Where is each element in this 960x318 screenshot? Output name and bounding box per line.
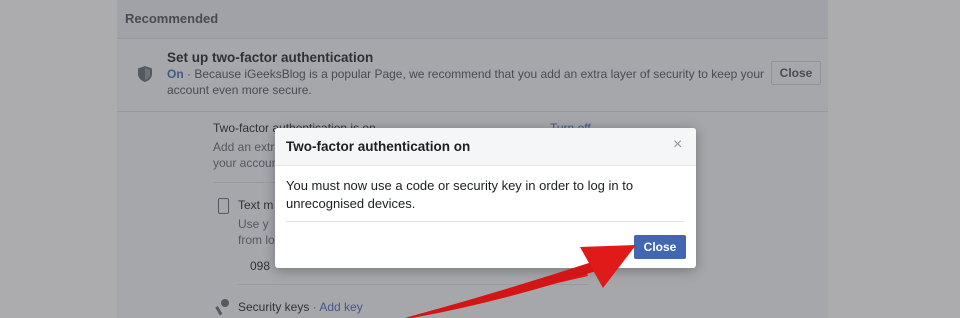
modal-title: Two-factor authentication on	[286, 139, 471, 154]
modal-message: You must now use a code or security key …	[286, 178, 634, 211]
modal-header: Two-factor authentication on ×	[275, 128, 696, 166]
modal-divider	[286, 221, 684, 222]
close-icon[interactable]: ×	[673, 137, 682, 153]
modal-close-button[interactable]: Close	[634, 235, 686, 259]
two-factor-modal: Two-factor authentication on × You must …	[275, 128, 696, 268]
